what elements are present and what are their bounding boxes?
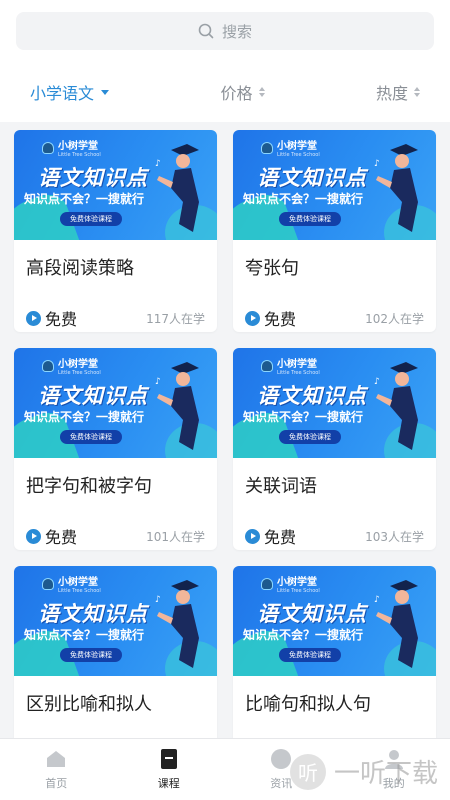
course-card[interactable]: 小树学堂 Little Tree School 语文知识点 知识点不会？一搜就行 … <box>233 348 436 550</box>
play-icon <box>26 528 41 544</box>
graduate-illustration: ♪ <box>374 580 418 668</box>
school-logo: 小树学堂 Little Tree School <box>261 573 320 594</box>
banner-subline: 知识点不会？一搜就行 <box>24 192 145 206</box>
course-title: 高段阅读策略 <box>26 258 134 279</box>
banner-subline: 知识点不会？一搜就行 <box>243 628 364 642</box>
banner-subline: 知识点不会？一搜就行 <box>24 410 145 424</box>
dropdown-arrow-icon <box>101 89 110 95</box>
course-list-page: 搜索 小学语文 价格 热度 小树学堂 Little Tree School 语文知… <box>0 0 450 800</box>
graduate-illustration: ♪ <box>374 362 418 450</box>
banner-pill: 免费体验课程 <box>279 212 341 226</box>
tree-logo-icon <box>42 141 54 154</box>
tab-course[interactable]: 课程 <box>113 739 226 800</box>
banner-pill: 免费体验课程 <box>60 212 122 226</box>
play-icon <box>26 310 41 326</box>
watermark: 听 一听下载 <box>289 753 438 790</box>
svg-text:♪: ♪ <box>374 159 380 169</box>
course-banner: 小树学堂 Little Tree School 语文知识点 知识点不会？一搜就行 … <box>233 348 436 458</box>
banner-headline: 语文知识点 <box>257 601 367 626</box>
tree-logo-icon <box>261 577 273 590</box>
course-title: 关联词语 <box>245 476 317 497</box>
learner-count: 101人在学 <box>146 529 205 544</box>
course-icon <box>160 749 177 769</box>
price-tag: 免费 <box>245 524 296 548</box>
svg-text:♪: ♪ <box>155 159 161 169</box>
banner-subline: 知识点不会？一搜就行 <box>24 628 145 642</box>
search-icon <box>198 23 214 39</box>
svg-text:♪: ♪ <box>374 377 380 387</box>
school-logo: 小树学堂 Little Tree School <box>42 573 101 594</box>
graduate-illustration: ♪ <box>155 580 199 668</box>
course-meta: 免费 102人在学 <box>233 296 436 330</box>
learner-count: 117人在学 <box>146 311 205 326</box>
banner-headline: 语文知识点 <box>38 383 148 408</box>
svg-text:♪: ♪ <box>374 595 380 605</box>
filter-price-label: 价格 <box>220 84 253 103</box>
course-banner: 小树学堂 Little Tree School 语文知识点 知识点不会？一搜就行 … <box>14 130 217 240</box>
home-icon <box>47 751 66 767</box>
course-card[interactable]: 小树学堂 Little Tree School 语文知识点 知识点不会？一搜就行 … <box>233 130 436 332</box>
course-banner: 小树学堂 Little Tree School 语文知识点 知识点不会？一搜就行 … <box>233 130 436 240</box>
school-logo: 小树学堂 Little Tree School <box>261 355 320 376</box>
search-placeholder: 搜索 <box>221 22 252 41</box>
course-card[interactable]: 小树学堂 Little Tree School 语文知识点 知识点不会？一搜就行 … <box>14 348 217 550</box>
graduate-illustration: ♪ <box>155 362 199 450</box>
play-icon <box>245 528 260 544</box>
banner-subline: 知识点不会？一搜就行 <box>243 410 364 424</box>
course-grid: 小树学堂 Little Tree School 语文知识点 知识点不会？一搜就行 … <box>0 122 450 768</box>
top-bar: 搜索 <box>0 0 450 62</box>
svg-text:♪: ♪ <box>155 595 161 605</box>
watermark-logo: 听 <box>289 753 326 790</box>
filter-subject[interactable]: 小学语文 <box>30 80 110 104</box>
course-meta: 免费 103人在学 <box>233 514 436 548</box>
learner-count: 102人在学 <box>365 311 424 326</box>
graduate-illustration: ♪ <box>155 144 199 232</box>
price-tag: 免费 <box>26 524 77 548</box>
tree-logo-icon <box>42 577 54 590</box>
banner-pill: 免费体验课程 <box>279 648 341 662</box>
filter-bar: 小学语文 价格 热度 <box>0 62 450 122</box>
tree-logo-icon <box>261 141 273 154</box>
filter-subject-label: 小学语文 <box>30 84 95 103</box>
watermark-text: 一听下载 <box>333 759 438 789</box>
banner-headline: 语文知识点 <box>257 165 367 190</box>
sort-icon <box>413 87 420 97</box>
tree-logo-icon <box>42 359 54 372</box>
school-logo: 小树学堂 Little Tree School <box>42 137 101 158</box>
course-banner: 小树学堂 Little Tree School 语文知识点 知识点不会？一搜就行 … <box>14 348 217 458</box>
sort-icon <box>258 87 265 97</box>
banner-headline: 语文知识点 <box>38 601 148 626</box>
banner-pill: 免费体验课程 <box>60 430 122 444</box>
filter-popularity[interactable]: 热度 <box>376 80 420 104</box>
tree-logo-icon <box>261 359 273 372</box>
banner-pill: 免费体验课程 <box>60 648 122 662</box>
school-logo: 小树学堂 Little Tree School <box>261 137 320 158</box>
banner-subline: 知识点不会？一搜就行 <box>243 192 364 206</box>
course-banner: 小树学堂 Little Tree School 语文知识点 知识点不会？一搜就行 … <box>14 566 217 676</box>
course-meta: 免费 117人在学 <box>14 296 217 330</box>
course-meta: 免费 101人在学 <box>14 514 217 548</box>
course-title: 区别比喻和拟人 <box>26 694 152 715</box>
school-logo: 小树学堂 Little Tree School <box>42 355 101 376</box>
course-title: 夸张句 <box>245 258 299 279</box>
price-tag: 免费 <box>245 306 296 330</box>
course-banner: 小树学堂 Little Tree School 语文知识点 知识点不会？一搜就行 … <box>233 566 436 676</box>
play-icon <box>245 310 260 326</box>
course-title: 把字句和被字句 <box>26 476 152 497</box>
graduate-illustration: ♪ <box>374 144 418 232</box>
filter-popularity-label: 热度 <box>375 84 408 103</box>
course-title: 比喻句和拟人句 <box>245 694 371 715</box>
banner-headline: 语文知识点 <box>38 165 148 190</box>
filter-price[interactable]: 价格 <box>220 80 265 104</box>
banner-headline: 语文知识点 <box>257 383 367 408</box>
learner-count: 103人在学 <box>365 529 424 544</box>
price-tag: 免费 <box>26 306 77 330</box>
tab-home[interactable]: 首页 <box>0 739 113 800</box>
svg-text:♪: ♪ <box>155 377 161 387</box>
banner-pill: 免费体验课程 <box>279 430 341 444</box>
search-bar[interactable]: 搜索 <box>16 12 434 50</box>
course-card[interactable]: 小树学堂 Little Tree School 语文知识点 知识点不会？一搜就行 … <box>14 130 217 332</box>
